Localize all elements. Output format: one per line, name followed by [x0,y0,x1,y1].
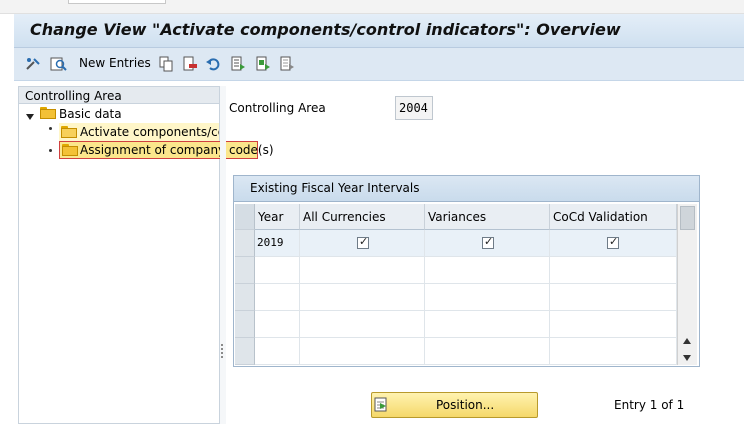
empty-cell [550,284,677,311]
scrollbar-thumb[interactable] [680,206,695,230]
delete-icon[interactable] [181,55,199,73]
empty-cell[interactable] [255,311,300,338]
empty-cell [425,338,550,365]
tree-node-label: Assignment of company code(s) [80,143,274,157]
grip-dot [221,352,223,354]
empty-cell [550,311,677,338]
tree-node-basic-data[interactable]: Basic data [59,107,122,121]
command-field[interactable] [68,0,166,4]
splitter-handle[interactable] [220,86,226,424]
variances-checkbox[interactable]: ✓ [482,235,494,249]
empty-cell [300,284,425,311]
new-entries-button[interactable]: New Entries [79,56,151,70]
empty-cell [550,257,677,284]
tree-node-activate-components[interactable]: Activate components/cor [59,123,219,141]
select-block-icon[interactable] [254,55,272,73]
row-selector[interactable] [235,284,255,311]
position-button-label: Position... [436,398,495,412]
collapse-triangle-icon[interactable] [26,110,34,120]
tree-header-label: Controlling Area [25,89,122,103]
tree-node-label: Activate components/cor [80,125,219,139]
entry-counter: Entry 1 of 1 [614,398,685,412]
empty-cell [425,257,550,284]
row-selector[interactable] [235,311,255,338]
column-header-year[interactable]: Year [255,204,300,230]
position-icon [374,397,390,413]
empty-cell [550,338,677,365]
empty-cell [300,257,425,284]
scroll-down-icon[interactable] [682,351,692,361]
empty-cell[interactable] [255,338,300,365]
folder-icon [40,107,56,119]
column-header-all-currencies[interactable]: All Currencies [300,204,425,230]
open-folder-icon [61,126,77,138]
grip-dot [221,344,223,346]
copy-icon[interactable] [157,55,175,73]
empty-cell [425,284,550,311]
bullet-icon [49,127,52,130]
group-box-title: Existing Fiscal Year Intervals [250,181,420,195]
page-title: Change View "Activate components/control… [30,20,621,39]
cocd-validation-cell: ✓ [550,230,677,257]
empty-cell [425,311,550,338]
scroll-up-icon[interactable] [682,334,692,344]
all-currencies-checkbox[interactable]: ✓ [357,235,369,249]
grip-dot [221,356,223,358]
select-all-rows-button[interactable] [235,204,255,230]
select-all-icon[interactable] [229,55,247,73]
undo-icon[interactable] [204,55,222,73]
display-change-icon[interactable] [25,55,43,73]
empty-cell[interactable] [255,284,300,311]
empty-cell[interactable] [255,257,300,284]
cocd-validation-checkbox[interactable]: ✓ [607,235,619,249]
all-currencies-cell: ✓ [300,230,425,257]
empty-cell [300,311,425,338]
bullet-icon [49,149,52,152]
empty-cell [300,338,425,365]
deselect-all-icon[interactable] [278,55,296,73]
column-header-cocd-validation[interactable]: CoCd Validation [550,204,677,230]
row-selector[interactable] [235,338,255,365]
grip-dot [221,348,223,350]
year-value: 2019 [257,236,284,249]
tree-node-assignment-company-codes[interactable]: Assignment of company code(s) [59,141,274,159]
year-cell[interactable]: 2019 [255,230,300,257]
controlling-area-label: Controlling Area [229,101,326,115]
row-selector[interactable] [235,230,255,257]
details-icon[interactable] [50,55,68,73]
row-selector[interactable] [235,257,255,284]
controlling-area-field[interactable]: 2004 [395,96,433,120]
folder-icon [62,144,78,156]
variances-cell: ✓ [425,230,550,257]
column-header-variances[interactable]: Variances [425,204,550,230]
